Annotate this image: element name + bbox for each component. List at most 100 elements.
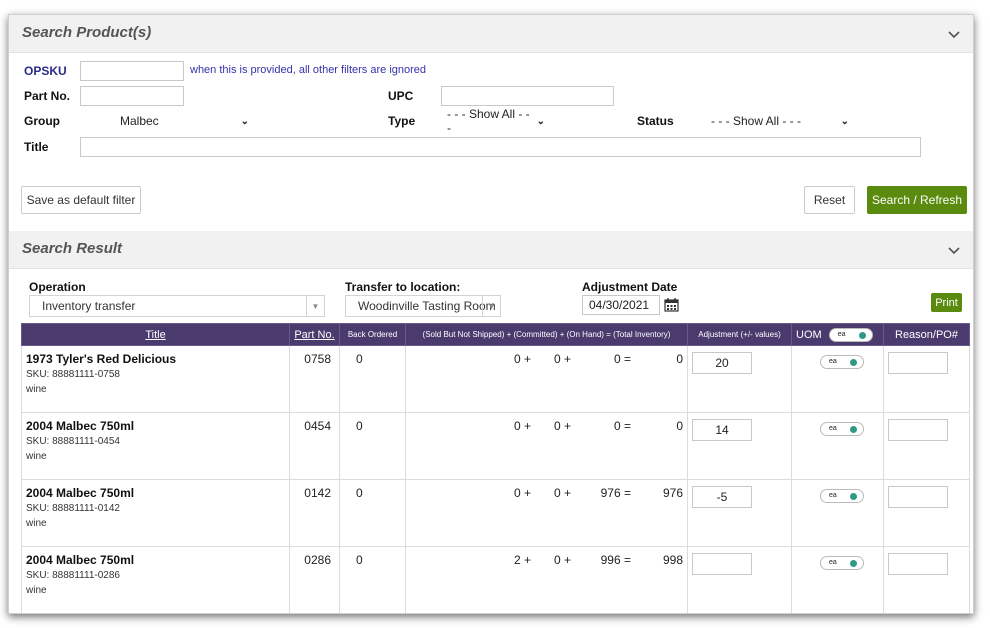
inventory-cell: 0 + 0 + 0 = 0 (405, 345, 688, 413)
chevron-down-icon[interactable] (947, 243, 961, 257)
reset-button[interactable]: Reset (804, 186, 855, 214)
uom-all-toggle[interactable]: ea (828, 327, 873, 342)
column-header-inventory: (Sold But Not Shipped) + (Committed) + (… (405, 323, 688, 346)
product-type: wine (26, 384, 47, 395)
uom-toggle-label: ea (829, 559, 837, 566)
committed: 0 + (553, 352, 571, 366)
uom-toggle-label: ea (829, 358, 837, 365)
title-input[interactable] (80, 137, 921, 157)
adjustment-cell: 20 (687, 345, 792, 413)
product-name[interactable]: 2004 Malbec 750ml (26, 419, 285, 433)
column-header-part-no[interactable]: Part No. (289, 323, 340, 346)
status-label: Status (637, 114, 674, 128)
back-ordered-cell: 0 (339, 546, 406, 613)
uom-toggle[interactable]: ea (820, 489, 864, 503)
chevron-down-icon[interactable] (947, 27, 961, 41)
reason-input[interactable] (888, 352, 948, 374)
total-inventory: 0 (676, 419, 683, 433)
product-name[interactable]: 1973 Tyler's Red Delicious (26, 352, 285, 366)
adjustment-input[interactable] (692, 553, 752, 575)
product-sku: SKU: 88881111-0758 (26, 369, 120, 380)
column-header-back-ordered: Back Ordered (339, 323, 406, 346)
product-type: wine (26, 518, 47, 529)
adjustment-input[interactable]: 14 (692, 419, 752, 441)
upc-label: UPC (388, 89, 414, 103)
adjustment-input[interactable]: 20 (692, 352, 752, 374)
operation-label: Operation (29, 280, 86, 294)
reason-input[interactable] (888, 486, 948, 508)
partno-input[interactable] (80, 86, 184, 106)
product-cell: 1973 Tyler's Red Delicious SKU: 88881111… (21, 345, 290, 413)
back-ordered-cell: 0 (339, 412, 406, 480)
transfer-location-value: Woodinville Tasting Room (358, 299, 496, 313)
product-name[interactable]: 2004 Malbec 750ml (26, 486, 285, 500)
transfer-location-select[interactable]: Woodinville Tasting Room ▼ (345, 295, 501, 317)
uom-header-label: UOM (796, 328, 822, 341)
type-select[interactable]: - - - Show All - - - ⌄ (441, 107, 551, 135)
uom-toggle[interactable]: ea (820, 355, 864, 369)
uom-all-toggle-label: ea (837, 330, 846, 338)
product-name[interactable]: 2004 Malbec 750ml (26, 553, 285, 567)
group-select[interactable]: Malbec ⌄ (80, 111, 255, 131)
operation-select-value: Inventory transfer (42, 299, 136, 313)
reason-input[interactable] (888, 553, 948, 575)
column-header-title[interactable]: Title (21, 323, 290, 346)
title-label: Title (24, 140, 49, 154)
result-panel-header[interactable]: Search Result (9, 231, 973, 269)
table-row: 2004 Malbec 750ml SKU: 88881111-0454 win… (21, 412, 970, 480)
partno-label: Part No. (24, 89, 71, 103)
committed: 0 + (553, 486, 571, 500)
product-sku: SKU: 88881111-0142 (26, 503, 120, 514)
uom-toggle[interactable]: ea (820, 556, 864, 570)
adjustment-input[interactable]: -5 (692, 486, 752, 508)
reason-input[interactable] (888, 419, 948, 441)
inventory-cell: 0 + 0 + 0 = 0 (405, 412, 688, 480)
caret-down-icon: ▼ (482, 296, 500, 316)
group-label: Group (24, 114, 60, 128)
total-inventory: 0 (676, 352, 683, 366)
part-no-cell: 0454 (289, 412, 340, 480)
sold-not-shipped: 0 + (513, 352, 531, 366)
uom-cell: ea (791, 479, 884, 547)
opsku-label: OPSKU (24, 64, 67, 78)
reason-cell (883, 546, 970, 613)
uom-cell: ea (791, 412, 884, 480)
group-select-value: Malbec (120, 114, 159, 128)
on-hand: 0 = (613, 352, 631, 366)
part-no-cell: 0142 (289, 479, 340, 547)
toggle-knob (850, 493, 857, 500)
part-no-cell: 0758 (289, 345, 340, 413)
adjustment-date-input[interactable]: 04/30/2021 (582, 295, 660, 315)
column-header-reason: Reason/PO# (883, 323, 970, 346)
chevron-down-icon: ⌄ (240, 115, 249, 127)
status-select[interactable]: - - - Show All - - - ⌄ (705, 111, 855, 131)
committed: 0 + (553, 419, 571, 433)
operation-select[interactable]: Inventory transfer ▼ (29, 295, 325, 317)
on-hand: 996 = (600, 553, 631, 567)
opsku-input[interactable] (80, 61, 184, 81)
reason-cell (883, 412, 970, 480)
total-inventory: 976 (662, 486, 683, 500)
transfer-location-label: Transfer to location: (345, 280, 461, 294)
upc-input[interactable] (441, 86, 614, 106)
toggle-knob (850, 560, 857, 567)
calendar-icon[interactable] (664, 297, 679, 312)
adjustment-cell: -5 (687, 479, 792, 547)
save-default-filter-button[interactable]: Save as default filter (21, 186, 141, 214)
chevron-down-icon: ⌄ (840, 115, 849, 127)
search-panel-header[interactable]: Search Product(s) (9, 15, 973, 53)
caret-down-icon: ▼ (306, 296, 324, 316)
search-refresh-button[interactable]: Search / Refresh (867, 186, 967, 214)
result-table: Title Part No. Back Ordered (Sold But No… (21, 323, 970, 613)
product-type: wine (26, 451, 47, 462)
committed: 0 + (553, 553, 571, 567)
print-button[interactable]: Print (931, 293, 962, 312)
product-sku: SKU: 88881111-0286 (26, 570, 120, 581)
type-select-value: - - - Show All - - - (447, 107, 530, 135)
total-inventory: 998 (662, 553, 683, 567)
adjustment-cell (687, 546, 792, 613)
product-cell: 2004 Malbec 750ml SKU: 88881111-0142 win… (21, 479, 290, 547)
uom-toggle[interactable]: ea (820, 422, 864, 436)
inventory-cell: 2 + 0 + 996 = 998 (405, 546, 688, 613)
sold-not-shipped: 0 + (513, 419, 531, 433)
